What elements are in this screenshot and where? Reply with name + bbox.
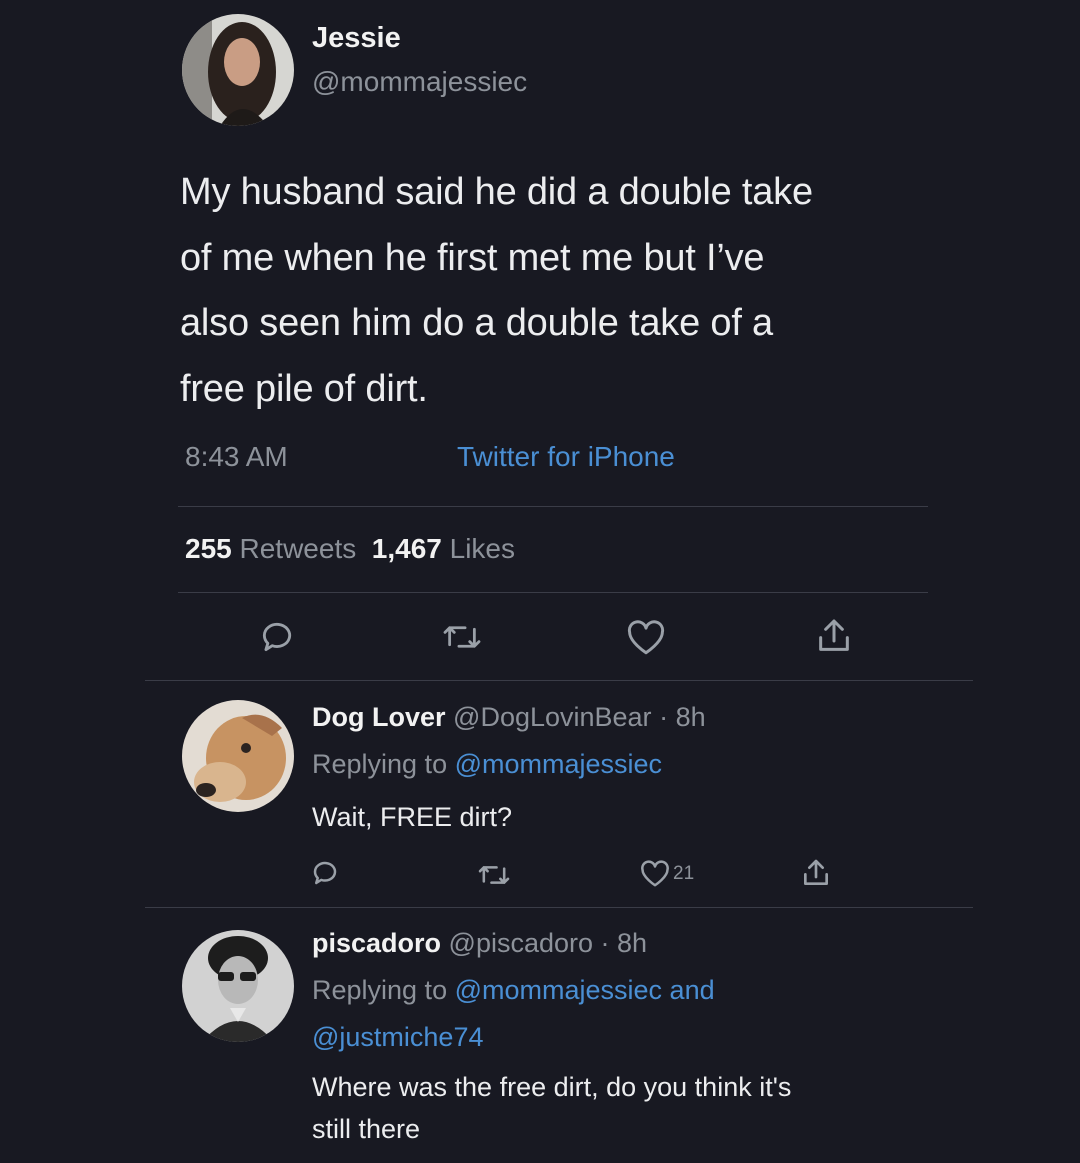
reply-avatar[interactable] bbox=[182, 700, 294, 812]
reply-button[interactable] bbox=[258, 618, 296, 656]
divider bbox=[178, 592, 928, 593]
reply-button[interactable] bbox=[310, 858, 340, 888]
like-button[interactable]: 21 bbox=[640, 860, 694, 888]
author-handle[interactable]: @mommajessiec bbox=[312, 66, 527, 98]
reply-header: Dog Lover @DogLovinBear · 8h bbox=[312, 702, 706, 733]
tweet-text-line: of me when he first met me but I’ve bbox=[180, 236, 765, 279]
author-name[interactable]: Jessie bbox=[312, 22, 401, 55]
replying-to: Replying to @mommajessiec bbox=[312, 749, 662, 780]
reply-like-count: 21 bbox=[673, 863, 695, 884]
reply-age: · 8h bbox=[659, 702, 706, 732]
share-button[interactable] bbox=[800, 857, 832, 889]
divider bbox=[145, 907, 973, 908]
tweet-source-link[interactable]: Twitter for iPhone bbox=[457, 441, 675, 473]
reply-icon bbox=[313, 861, 337, 885]
divider bbox=[178, 506, 928, 507]
retweet-icon bbox=[478, 866, 510, 884]
reply-text-line: still there bbox=[312, 1114, 421, 1144]
reply-author-handle[interactable]: @DogLovinBear bbox=[453, 702, 652, 732]
tweet-screen: Jessie @mommajessiec My husband said he … bbox=[0, 0, 1080, 1163]
author-avatar[interactable] bbox=[182, 14, 294, 126]
like-icon bbox=[627, 620, 665, 655]
replying-prefix: Replying to bbox=[312, 975, 448, 1005]
tweet-text-line: free pile of dirt. bbox=[180, 367, 428, 410]
tweet-text-line: also seen him do a double take of a bbox=[180, 302, 773, 344]
tweet-stats: 255 Retweets 1,467 Likes bbox=[185, 533, 515, 565]
reply-text-line: Where was the free dirt, do you think it… bbox=[312, 1072, 792, 1102]
replying-prefix: Replying to bbox=[312, 749, 448, 779]
retweet-button[interactable] bbox=[476, 861, 512, 889]
replying-to: Replying to @mommajessiec and bbox=[312, 975, 715, 1006]
share-button[interactable] bbox=[814, 616, 854, 656]
retweet-label[interactable]: Retweets bbox=[240, 533, 357, 564]
reply-avatar[interactable] bbox=[182, 930, 294, 1042]
reply-author-name[interactable]: Dog Lover bbox=[312, 702, 446, 732]
reply-age: · 8h bbox=[600, 928, 648, 958]
tweet-time: 8:43 AM bbox=[185, 441, 288, 472]
like-count[interactable]: 1,467 bbox=[372, 533, 442, 564]
reply-icon bbox=[262, 622, 292, 652]
tweet-text-line: My husband said he did a double take bbox=[180, 171, 813, 213]
tweet-text: My husband said he did a double take of … bbox=[180, 160, 940, 422]
replying-to-link[interactable]: @justmiche74 bbox=[312, 1022, 483, 1053]
like-button[interactable] bbox=[626, 620, 666, 656]
retweet-button[interactable] bbox=[440, 620, 484, 654]
reply-header: piscadoro @piscadoro · 8h bbox=[312, 928, 647, 959]
retweet-count[interactable]: 255 bbox=[185, 533, 232, 564]
like-icon bbox=[641, 860, 669, 887]
share-icon bbox=[804, 859, 828, 885]
replying-to-link[interactable]: @mommajessiec and bbox=[455, 975, 715, 1005]
reply-author-name[interactable]: piscadoro bbox=[312, 928, 441, 958]
like-label[interactable]: Likes bbox=[450, 533, 515, 564]
retweet-icon bbox=[443, 626, 481, 648]
replying-to-link[interactable]: @mommajessiec bbox=[455, 749, 662, 779]
reply-text: Wait, FREE dirt? bbox=[312, 802, 513, 832]
divider bbox=[145, 680, 973, 681]
reply-author-handle[interactable]: @piscadoro bbox=[449, 928, 593, 958]
share-icon bbox=[819, 619, 849, 651]
